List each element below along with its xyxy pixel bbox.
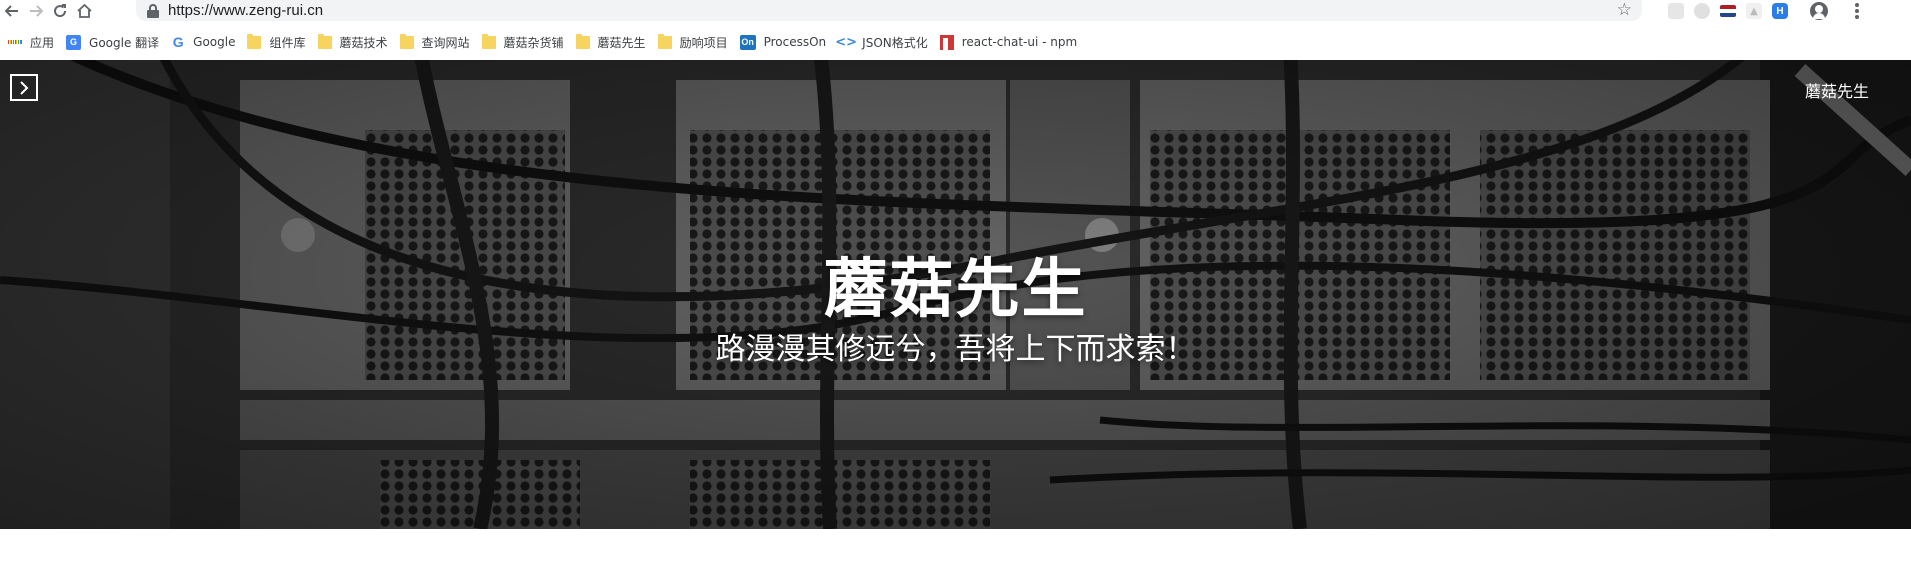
- address-bar[interactable]: https://www.zeng-rui.cn ☆: [136, 0, 1642, 21]
- bookmark-label: ProcessOn: [763, 35, 827, 49]
- bookmark-label: react-chat-ui - npm: [961, 35, 1078, 49]
- folder-icon: [317, 33, 332, 49]
- extension-h-icon[interactable]: H: [1772, 3, 1788, 19]
- back-button[interactable]: [0, 0, 24, 22]
- arrow-left-icon: [5, 5, 18, 17]
- browser-menu-icon[interactable]: [1852, 3, 1862, 19]
- arrow-right-icon: [30, 5, 43, 17]
- folder-icon: [481, 33, 496, 49]
- bookmark-label: 蘑菇先生: [597, 35, 646, 50]
- bookmark-label: Google 翻译: [89, 35, 160, 50]
- bookmark-label: 应用: [30, 35, 55, 50]
- npm-icon: [939, 34, 954, 50]
- bookmark-label: 蘑菇技术: [339, 35, 388, 50]
- extension-circle-icon[interactable]: [1694, 3, 1710, 19]
- bookmark-folder-query[interactable]: 查询网站: [399, 33, 470, 51]
- bookmark-label: 励响项目: [679, 35, 728, 50]
- bookmark-label: 蘑菇杂货铺: [503, 35, 564, 50]
- bookmarks-bar: 应用 G Google 翻译 G Google 组件库 蘑菇技术 查询网站 蘑菇…: [0, 30, 1911, 54]
- bookmark-folder-tech[interactable]: 蘑菇技术: [317, 33, 388, 51]
- chevron-right-icon: [20, 80, 29, 95]
- folder-icon: [575, 33, 590, 49]
- url-text[interactable]: https://www.zeng-rui.cn: [168, 2, 323, 19]
- extension-flag-icon[interactable]: [1720, 5, 1736, 17]
- folder-icon: [247, 33, 262, 49]
- extensions-area: ▲ H: [1668, 0, 1862, 22]
- bookmark-label: 组件库: [269, 35, 306, 50]
- reload-icon: [54, 4, 67, 18]
- folder-icon: [399, 33, 414, 49]
- sidebar-toggle-button[interactable]: [10, 74, 38, 101]
- bookmark-label: Google: [193, 35, 236, 49]
- extension-gray-icon[interactable]: [1668, 3, 1684, 19]
- json-icon: <>: [835, 34, 858, 50]
- forward-button[interactable]: [24, 0, 48, 22]
- folder-icon: [657, 33, 672, 49]
- home-button[interactable]: [72, 0, 96, 22]
- bookmark-apps[interactable]: 应用: [7, 34, 55, 51]
- bookmark-google-translate[interactable]: G Google 翻译: [66, 34, 159, 51]
- bookmark-processon[interactable]: On ProcessOn: [739, 34, 827, 50]
- lock-icon[interactable]: [146, 3, 160, 18]
- hero-title: 蘑菇先生: [823, 253, 1088, 327]
- reload-button[interactable]: [48, 0, 72, 22]
- home-icon: [76, 4, 92, 18]
- browser-toolbar: https://www.zeng-rui.cn ☆ ▲ H: [0, 0, 1911, 22]
- bookmark-json[interactable]: <> JSON格式化: [835, 34, 928, 51]
- bookmark-label: JSON格式化: [862, 35, 928, 50]
- google-translate-icon: G: [66, 34, 82, 50]
- extension-light-icon[interactable]: ▲: [1746, 3, 1762, 19]
- bookmark-folder-store[interactable]: 蘑菇杂货铺: [481, 33, 564, 51]
- account-icon[interactable]: [1810, 2, 1828, 20]
- bookmark-folder-projects[interactable]: 励响项目: [657, 33, 728, 51]
- site-name-link[interactable]: 蘑菇先生: [1805, 78, 1869, 102]
- bookmark-folder-components[interactable]: 组件库: [247, 33, 306, 51]
- bookmark-npm[interactable]: react-chat-ui - npm: [939, 34, 1078, 50]
- google-icon: G: [172, 34, 184, 50]
- hero-banner: 蘑菇先生 蘑菇先生 路漫漫其修远兮，吾将上下而求索！: [0, 60, 1911, 529]
- processon-icon: On: [739, 34, 756, 50]
- bookmark-folder-mushroom[interactable]: 蘑菇先生: [575, 33, 646, 51]
- hero-subtitle: 路漫漫其修远兮，吾将上下而求索！: [715, 332, 1196, 367]
- bookmark-star-icon[interactable]: ☆: [1617, 0, 1632, 21]
- bookmark-google[interactable]: G Google: [171, 34, 236, 50]
- apps-grid-icon: [7, 35, 23, 49]
- bookmark-label: 查询网站: [421, 35, 470, 50]
